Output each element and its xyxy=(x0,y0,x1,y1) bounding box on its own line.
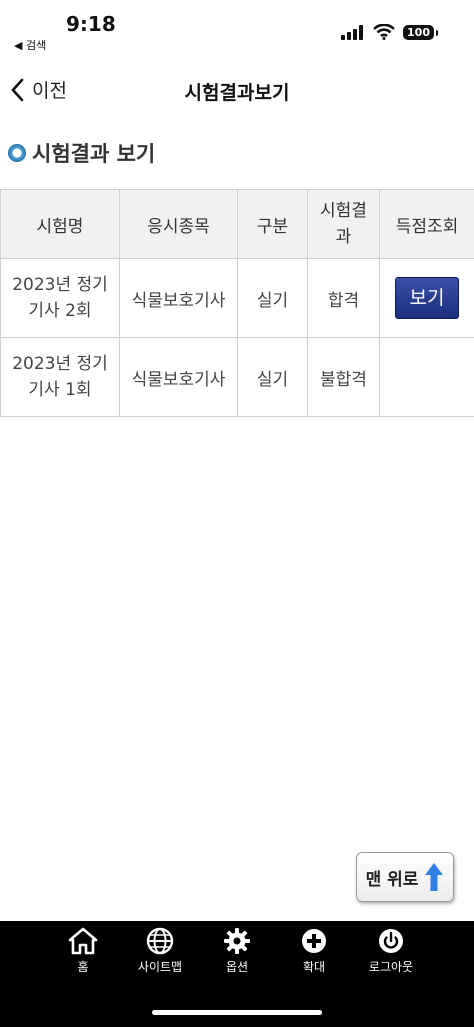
section-heading: 시험결과 보기 xyxy=(8,138,155,168)
bottom-nav-logout[interactable]: 로그아웃 xyxy=(353,927,429,975)
arrow-up-icon xyxy=(425,863,444,891)
header-type: 구분 xyxy=(237,189,308,259)
header-score-view: 득점조회 xyxy=(379,189,474,259)
signal-icon xyxy=(341,24,364,40)
gear-icon xyxy=(224,928,250,954)
wifi-icon xyxy=(373,24,395,40)
cell-subject: 식물보호기사 xyxy=(119,337,238,417)
cell-subject: 식물보호기사 xyxy=(119,258,238,338)
results-table: 시험명 응시종목 구분 시험결 과 득점조회 2023년 정기 기사 2회 식물… xyxy=(0,189,474,417)
bottom-nav-options[interactable]: 옵션 xyxy=(199,927,275,975)
table-row: 2023년 정기 기사 2회 식물보호기사 실기 합격 보기 xyxy=(0,258,474,338)
bullet-icon xyxy=(8,144,26,162)
nav-header: 이전 시험결과보기 xyxy=(0,66,474,116)
status-bar: 9:18 ◀ 검색 100 xyxy=(0,0,474,60)
battery-indicator: 100 xyxy=(403,24,438,40)
plus-circle-icon xyxy=(302,929,326,953)
cell-result: 합격 xyxy=(307,258,380,338)
scroll-top-button[interactable]: 맨 위로 xyxy=(356,852,454,902)
page-title: 시험결과보기 xyxy=(184,82,290,104)
table-row: 2023년 정기 기사 1회 식물보호기사 실기 불합격 xyxy=(0,337,474,417)
bottom-nav-sitemap[interactable]: 사이트맵 xyxy=(122,927,198,975)
cell-exam-name: 2023년 정기 기사 2회 xyxy=(0,258,120,338)
status-back-to-app[interactable]: ◀ 검색 xyxy=(14,37,46,53)
bottom-nav-label: 사이트맵 xyxy=(137,960,183,974)
home-icon xyxy=(68,927,98,955)
view-score-button[interactable]: 보기 xyxy=(395,277,459,319)
cell-result: 불합격 xyxy=(307,337,380,417)
header-result: 시험결 과 xyxy=(307,189,380,259)
globe-icon xyxy=(146,927,174,955)
cell-score-view xyxy=(379,337,474,417)
cell-score-view: 보기 xyxy=(379,258,474,338)
scroll-top-label: 맨 위로 xyxy=(365,869,419,890)
section-title: 시험결과 보기 xyxy=(32,142,156,166)
bottom-nav-label: 로그아웃 xyxy=(368,960,414,974)
status-time: 9:18 xyxy=(66,12,116,36)
header-subject: 응시종목 xyxy=(119,189,238,259)
bottom-nav-label: 확대 xyxy=(302,960,326,974)
cell-type: 실기 xyxy=(237,258,308,338)
cell-type: 실기 xyxy=(237,337,308,417)
header-exam-name: 시험명 xyxy=(0,189,120,259)
home-indicator xyxy=(152,1010,322,1015)
bottom-nav-label: 옵션 xyxy=(225,960,249,974)
bottom-nav-home[interactable]: 홈 xyxy=(45,927,121,975)
status-icons: 100 xyxy=(341,24,438,40)
cell-exam-name: 2023년 정기 기사 1회 xyxy=(0,337,120,417)
power-icon xyxy=(379,929,403,953)
bottom-nav-label: 홈 xyxy=(77,960,89,974)
table-header-row: 시험명 응시종목 구분 시험결 과 득점조회 xyxy=(0,189,474,259)
bottom-nav-zoom[interactable]: 확대 xyxy=(276,927,352,975)
